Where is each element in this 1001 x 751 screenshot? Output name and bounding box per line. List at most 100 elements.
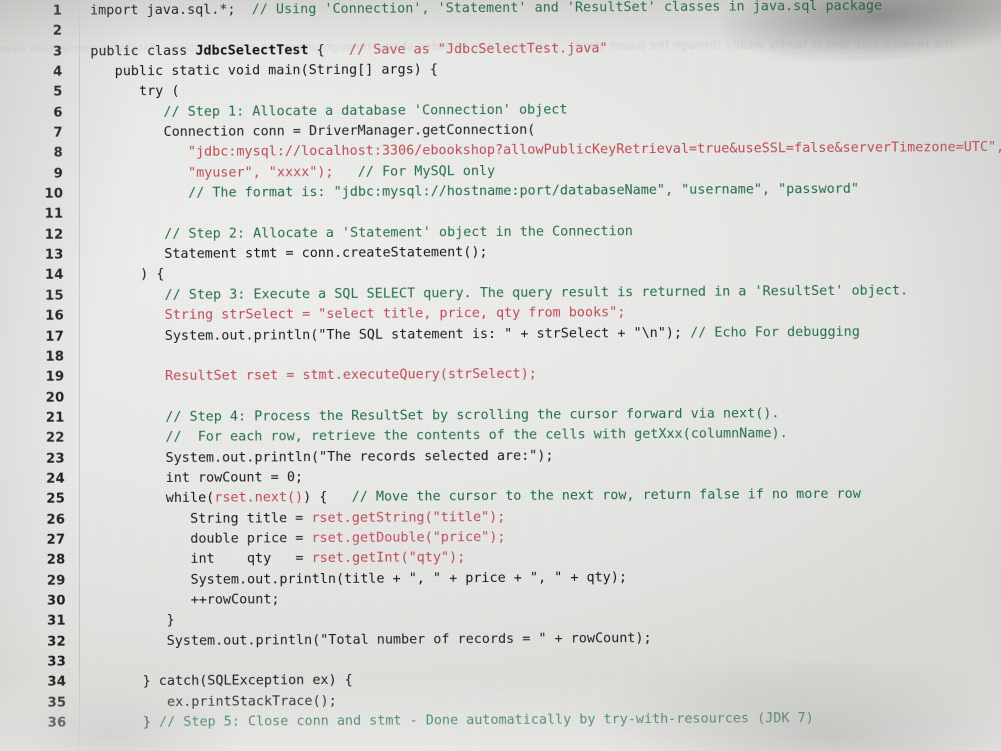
code-token-plain: ) { <box>91 267 165 283</box>
line-number: 17 <box>45 329 65 345</box>
line-source-text: ResultSet rset = stmt.executeQuery(strSe… <box>92 365 537 388</box>
line-number: 26 <box>46 512 66 528</box>
line-source-text: double price = rset.getDouble("price"); <box>93 528 505 551</box>
line-number: 36 <box>47 715 67 731</box>
code-token-comment: // Step 1: Allocate a database 'Connecti… <box>163 102 568 120</box>
line-number: 19 <box>45 369 65 385</box>
code-token-comment: // For MySQL only <box>357 163 496 180</box>
code-token-plain: try ( <box>90 84 180 100</box>
line-number: 10 <box>44 186 64 202</box>
line-number: 22 <box>45 430 65 446</box>
code-token-comment: // Step 3: Execute a SQL SELECT query. T… <box>164 283 909 303</box>
line-number: 32 <box>47 634 66 650</box>
code-token-plain: Connection conn = DriverManager.getConne… <box>90 122 536 141</box>
line-number: 28 <box>46 552 66 569</box>
code-token-plain: System.out.println("The SQL statement is… <box>92 325 691 344</box>
line-source-text: Statement stmt = conn.createStatement(); <box>92 243 488 266</box>
line-source-text: } <box>94 611 175 632</box>
code-token-plain: while( <box>93 490 215 507</box>
code-token-comment: // Using 'Connection', 'Statement' and '… <box>251 0 883 18</box>
line-number: 13 <box>44 247 64 263</box>
line-number: 4 <box>53 64 63 80</box>
code-token-comment: // Step 2: Allocate a 'Statement' object… <box>164 223 633 242</box>
code-token-plain: System.out.println(title + ", " + price … <box>93 569 627 589</box>
code-token-plain: String title = <box>93 510 312 528</box>
code-token-plain: System.out.println("Total number of reco… <box>93 630 652 650</box>
line-source-text: System.out.println("The records selected… <box>93 446 554 469</box>
code-token-comment: // For each row, retrieve the contents o… <box>165 426 788 446</box>
line-number: 27 <box>46 532 66 548</box>
line-number: 18 <box>45 349 65 365</box>
code-token-plain: Statement stmt = conn.createStatement(); <box>91 245 488 263</box>
source-code-listing: 1 import java.sql.*; // Using 'Connection… <box>0 0 1001 751</box>
line-source-text: ex.printStackTrace(); <box>94 692 337 714</box>
line-number: 33 <box>47 654 67 670</box>
code-token-red: rset.next() <box>214 490 304 506</box>
line-number: 23 <box>45 451 65 467</box>
line-number: 14 <box>44 268 64 284</box>
line-number: 30 <box>46 593 66 609</box>
line-number: 5 <box>53 84 63 101</box>
line-number: 15 <box>44 288 64 304</box>
line-source-text: // Step 1: Allocate a database 'Connecti… <box>91 100 568 123</box>
code-token-red: ResultSet rset = stmt.executeQuery(strSe… <box>92 366 537 385</box>
line-number: 1 <box>52 3 63 19</box>
line-number: 21 <box>45 410 65 426</box>
line-number: 24 <box>46 471 65 487</box>
code-token-plain: ex.printStackTrace(); <box>94 693 337 711</box>
code-token-plain: int rowCount = 0; <box>92 470 304 487</box>
line-number: 34 <box>47 674 67 691</box>
line-source-text: Connection conn = DriverManager.getConne… <box>91 121 536 144</box>
code-token-plain: int qty = <box>93 551 312 568</box>
code-token-comment: // Step 5: Close conn and stmt - Done au… <box>159 711 814 731</box>
code-token-red: rset.getDouble("price"); <box>311 529 506 547</box>
line-number: 11 <box>44 207 64 223</box>
code-token-comment: // Echo For debugging <box>690 324 860 341</box>
code-token-red: String strSelect = "select title, price,… <box>91 305 626 324</box>
code-token-string: // Save as "JdbcSelectTest.java" <box>348 40 608 58</box>
line-source-text: int rowCount = 0; <box>93 468 303 490</box>
line-number: 12 <box>44 227 64 243</box>
code-token-string: "jdbc:mysql://localhost:3306/ebookshop?a… <box>187 140 1001 161</box>
code-token-plain: } catch(SQLException ex) { <box>94 673 353 690</box>
line-number: 20 <box>45 390 65 406</box>
line-number: 9 <box>53 166 64 182</box>
code-token-plain: } <box>94 715 160 731</box>
code-token-plain: { <box>308 42 350 58</box>
code-token-red: rset.getInt("qty"); <box>311 550 466 567</box>
code-token-plain: } <box>93 613 175 629</box>
line-number: 29 <box>46 573 66 589</box>
line-number: 31 <box>46 613 66 630</box>
code-token-plain: double price = <box>93 531 312 548</box>
line-source-text: public static void main(String[] args) { <box>90 60 438 82</box>
code-token-comment: // The format is: "jdbc:mysql://hostname… <box>188 181 859 201</box>
line-source-text: try ( <box>91 82 180 103</box>
line-number: 16 <box>45 308 64 324</box>
line-number: 8 <box>53 146 63 162</box>
code-token-comment: // Move the cursor to the next row, retu… <box>351 487 861 506</box>
code-token-plain: ) { <box>303 490 352 506</box>
code-token-plain: public static void main(String[] args) { <box>90 62 439 80</box>
line-number: 2 <box>52 23 63 40</box>
line-source-text: } // Step 5: Close conn and stmt - Done … <box>94 709 814 734</box>
code-token-plain: System.out.println("The records selected… <box>92 448 554 467</box>
code-token-plain: import java.sql.*; <box>90 2 252 19</box>
line-number: 25 <box>46 491 66 507</box>
code-token-string: "myuser", "xxxx"); <box>187 164 334 181</box>
line-number: 7 <box>53 125 63 141</box>
line-number: 3 <box>52 44 63 60</box>
code-listing-page: the reverse side text is faintly visible… <box>0 0 1001 751</box>
code-token-red: rset.getString("title"); <box>311 509 506 526</box>
code-token-bold: JdbcSelectTest <box>195 42 309 59</box>
line-source-text: } catch(SQLException ex) { <box>94 671 353 693</box>
line-number: 6 <box>53 105 63 121</box>
